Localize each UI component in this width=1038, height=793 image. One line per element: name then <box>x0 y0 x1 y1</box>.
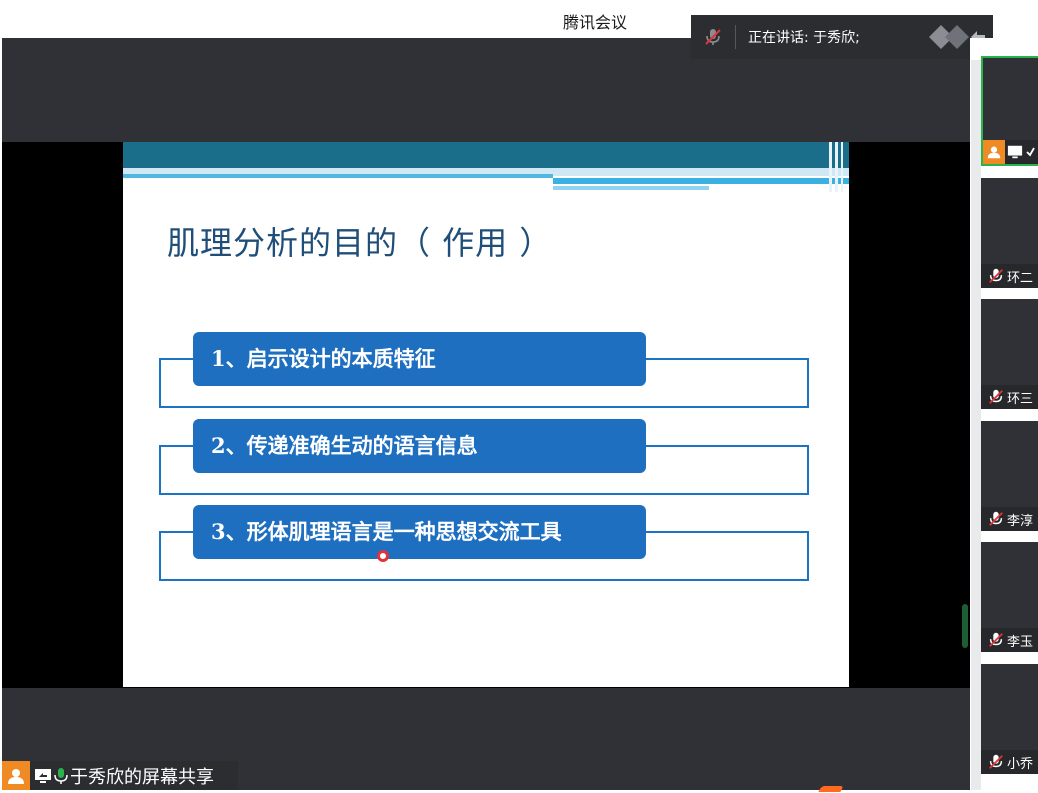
slide-item-3: 3、形体肌理语言是一种思想交流工具 <box>159 505 811 583</box>
mic-muted-icon[interactable] <box>691 15 735 59</box>
speaker-indicator-bar: 正在讲话: 于秀欣; <box>691 15 993 59</box>
mic-muted-icon <box>989 268 1003 283</box>
collapse-icon <box>1026 147 1035 157</box>
slide-header-banner <box>123 142 849 192</box>
screen-share-icon <box>35 768 51 783</box>
avatar-icon <box>983 140 1005 164</box>
slide-item-label: 3、形体肌理语言是一种思想交流工具 <box>193 505 646 559</box>
mic-muted-icon <box>989 754 1003 769</box>
tile-footer <box>983 140 1038 164</box>
participant-name: 环三 <box>1007 391 1034 407</box>
tile-footer: 环二 <box>981 264 1038 288</box>
participant-name: 环二 <box>1007 270 1034 286</box>
participant-name: 李淳 <box>1007 513 1034 529</box>
slide-item-2: 2、传递准确生动的语言信息 <box>159 419 811 497</box>
participant-tile[interactable]: 小乔 <box>981 664 1038 774</box>
participant-name: 小乔 <box>1007 756 1034 772</box>
mic-muted-icon <box>989 632 1003 647</box>
tile-footer: 李淳 <box>981 507 1038 531</box>
mic-icon <box>54 767 68 784</box>
shared-slide: 肌理分析的目的（ 作用 ） 1、启示设计的本质特征 2、传递准确生动的语言信息 … <box>123 142 849 687</box>
screen-share-owner: 于秀欣的屏幕共享 <box>70 766 214 788</box>
avatar-icon <box>2 761 30 790</box>
mic-muted-icon <box>989 389 1003 404</box>
panel-scrollbar[interactable] <box>971 60 981 790</box>
cursor-marker <box>818 786 844 792</box>
tile-footer: 李玉 <box>981 628 1038 652</box>
screen-share-icon <box>1007 145 1023 159</box>
screen-share-label: 于秀欣的屏幕共享 <box>2 761 238 790</box>
participant-name: 李玉 <box>1007 634 1034 650</box>
slide-item-label: 1、启示设计的本质特征 <box>193 332 646 386</box>
participant-tile[interactable]: 环二 <box>981 178 1038 288</box>
divider <box>735 25 736 49</box>
speaker-status-text: 正在讲话: 于秀欣; <box>748 30 860 46</box>
tile-footer: 环三 <box>981 385 1038 409</box>
laser-pointer-dot <box>377 550 389 562</box>
panel-scrollbar-thumb[interactable] <box>962 604 968 648</box>
slide-item-1: 1、启示设计的本质特征 <box>159 332 811 410</box>
participant-tile[interactable]: 李淳 <box>981 421 1038 531</box>
slide-item-label: 2、传递准确生动的语言信息 <box>193 419 646 473</box>
participant-tile-self[interactable] <box>981 56 1038 166</box>
mic-muted-icon <box>989 511 1003 526</box>
participant-tile[interactable]: 环三 <box>981 299 1038 409</box>
participant-tile[interactable]: 李玉 <box>981 542 1038 652</box>
tile-footer: 小乔 <box>981 750 1038 774</box>
slide-title: 肌理分析的目的（ 作用 ） <box>167 224 553 262</box>
